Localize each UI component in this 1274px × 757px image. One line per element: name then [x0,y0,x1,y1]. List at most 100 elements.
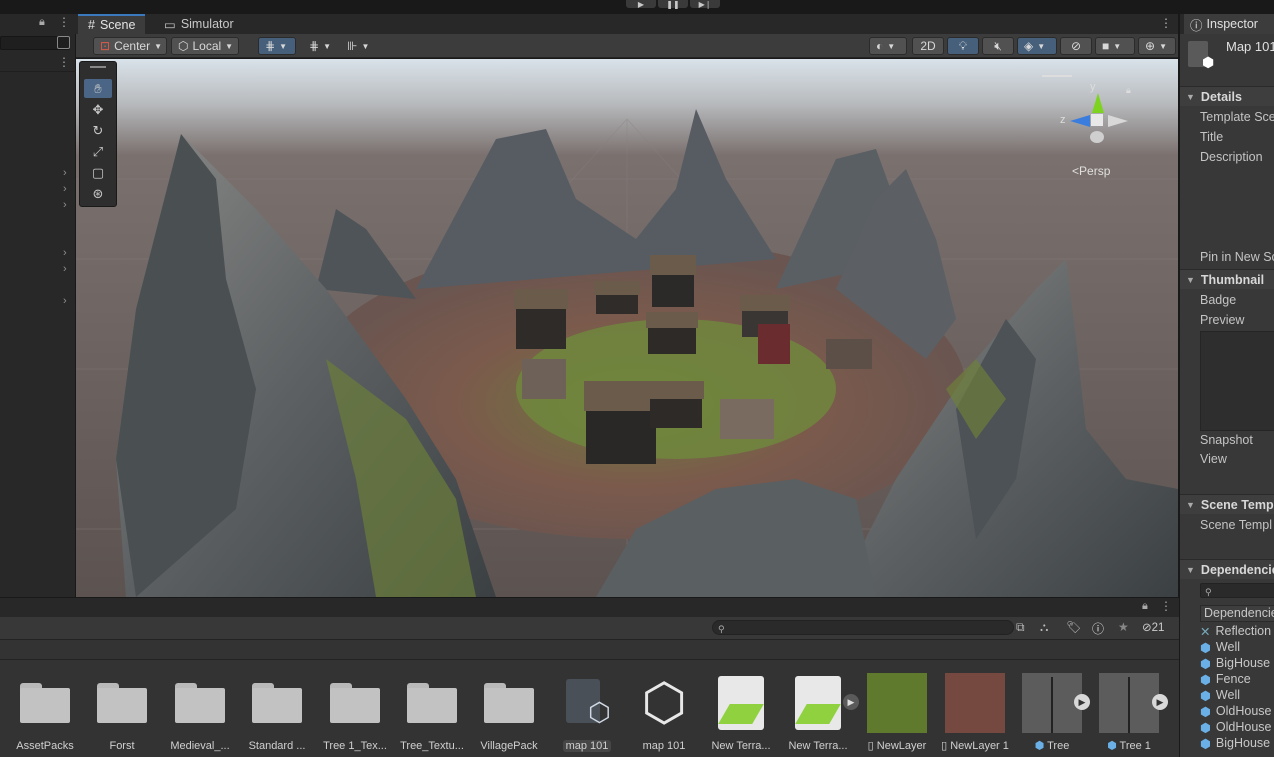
asset-item[interactable]: Forst [87,672,157,752]
expand-arrow-icon[interactable]: › [63,183,67,195]
scene-visibility-toggle[interactable]: ⊘ [1060,37,1092,55]
move-tool-button[interactable]: ✥ [84,100,112,119]
asset-item[interactable]: Medieval_... [165,672,235,752]
folder-icon [97,683,147,723]
audio-mute-icon: 🔇︎ [994,38,1002,53]
hidden-packages-toggle[interactable]: ⊘21 [1142,620,1164,634]
pivot-dropdown[interactable]: ⊡ Center ▼ [93,37,167,55]
asset-item[interactable]: ⬡ map 101 [552,672,622,752]
ruler-icon: ⊪ [347,39,358,53]
scene-viewport[interactable]: 🔒︎ y z <Persp [76,59,1178,597]
rect-tool-button[interactable]: ▢ [84,163,112,182]
expand-subassets-button[interactable]: ▶ [1074,694,1090,710]
tab-inspector[interactable]: ⓘ Inspector [1184,14,1274,34]
asset-item[interactable]: New Terra... [706,672,776,752]
preview-label: Preview [1200,313,1245,327]
hand-tool-button[interactable]: ✋︎ [84,79,112,98]
asset-item[interactable]: AssetPacks [10,672,80,752]
asset-item[interactable]: Tree_Textu... [397,672,467,752]
asset-item[interactable]: ▯ NewLayer 1 [940,672,1010,752]
warning-icon[interactable]: ⓘ [1092,620,1104,637]
dependency-item[interactable]: ⬢ Well [1200,639,1274,655]
lock-icon[interactable]: 🔒︎ [1142,600,1148,613]
dependency-item[interactable]: ⬢ BigHouse [1200,655,1274,671]
grid-snap-button[interactable]: ⋕ ▼ [258,37,296,55]
gizmos-dropdown[interactable]: ⊕ ▼ [1138,37,1176,55]
asset-item[interactable]: ⬢ Tree [1017,672,1087,752]
shading-mode-dropdown[interactable]: ◐ ▼ [869,37,907,55]
chevron-down-icon: ▼ [279,41,287,51]
title-label: Title [1200,130,1224,144]
lock-icon[interactable]: 🔒︎ [39,16,45,29]
projection-label: Persp [1079,164,1111,178]
asset-item[interactable]: Standard ... [242,672,312,752]
expand-arrow-icon[interactable]: › [63,295,67,307]
gizmo-drag-handle[interactable] [1042,75,1072,77]
more-menu-icon[interactable]: ⋮ [58,15,70,29]
top-play-bar: ▶ ❚❚ ▶❘ [0,0,1274,14]
more-menu-icon[interactable]: ⋮ [1160,599,1172,613]
rotate-tool-button[interactable]: ↻ [84,121,112,140]
expand-subassets-button[interactable]: ▶ [1152,694,1168,710]
expand-arrow-icon[interactable]: › [63,263,67,275]
transform-tool-button[interactable]: ⊛ [84,184,112,203]
dependency-item[interactable]: ⬢ BigHouse [1200,735,1274,751]
asset-item[interactable]: New Terra... [783,672,853,752]
section-title: Thumbnail [1200,272,1265,287]
thumbnail-section-header[interactable]: ▼ Thumbnail [1180,269,1274,289]
scene-template-section-header[interactable]: ▼ Scene Temp [1180,494,1274,514]
axis-neg-x-cone[interactable] [1108,115,1128,127]
expand-subassets-button[interactable]: ▶ [843,694,859,710]
tab-simulator[interactable]: ▭ Simulator [154,14,244,34]
camera-dropdown[interactable]: ■ ▼ [1095,37,1135,55]
lighting-toggle[interactable]: 💡︎ [947,37,979,55]
dependencies-section-header[interactable]: ▼ Dependencie [1180,559,1274,579]
label-tag-icon[interactable]: 🏷︎ [1066,620,1081,634]
toggle-2d-button[interactable]: 2D [912,37,944,55]
scene-more-menu-icon[interactable]: ⋮ [1160,16,1172,30]
effects-dropdown[interactable]: ◈ ▼ [1017,37,1057,55]
play-button[interactable]: ▶ [626,0,656,9]
asset-item[interactable]: ⬡ map 101 [629,672,699,752]
asset-item[interactable]: Tree 1_Tex... [320,672,390,752]
expand-arrow-icon[interactable]: › [63,199,67,211]
asset-item[interactable]: ⬢ Tree 1 [1094,672,1164,752]
project-search-input[interactable]: ⚲ [712,620,1014,635]
expand-arrow-icon[interactable]: › [63,167,67,179]
palette-drag-handle[interactable] [90,66,106,68]
dependency-item[interactable]: ⬢ OldHouse [1200,719,1274,735]
filter-by-type-icon[interactable]: ⛬ [1040,620,1048,635]
layers-icon: ◈ [1024,39,1034,53]
dependency-column-header[interactable]: Dependencie [1200,605,1274,622]
ruler-button[interactable]: ⊪ ▼ [340,37,376,55]
audio-toggle[interactable]: 🔇︎ [982,37,1014,55]
step-button[interactable]: ▶❘ [690,0,720,9]
dependency-item[interactable]: ⬢ OldHouse [1200,703,1274,719]
dependency-item[interactable]: ⬢ Fence [1200,671,1274,687]
asset-item[interactable]: VillagePack [474,672,544,752]
gizmo-center-cube[interactable] [1091,114,1103,126]
dependency-item[interactable]: ✕ Reflection [1200,623,1274,639]
projection-toggle[interactable]: <Persp [1072,164,1110,178]
asset-item[interactable]: ▯ NewLayer [862,672,932,752]
search-by-type-icon[interactable]: ⧉ [1016,620,1025,635]
orientation-gizmo[interactable]: y z [1056,81,1136,151]
axis-z-cone[interactable] [1070,115,1090,127]
scale-tool-button[interactable]: ⤢ [84,142,112,161]
favorite-star-icon[interactable]: ★ [1118,620,1129,634]
unity-scene-icon: ⬡ [641,674,687,732]
pause-button[interactable]: ❚❚ [658,0,688,9]
dependency-search-input[interactable]: ⚲ [1200,583,1274,598]
details-section-header[interactable]: ▼ Details [1180,86,1274,106]
expand-arrow-icon[interactable]: › [63,247,67,259]
search-mode-icon[interactable] [57,36,70,49]
scene-menu-icon[interactable]: ⋮ [58,55,70,69]
axis-neg-y-cone[interactable] [1090,131,1104,143]
view-label: View [1200,452,1227,466]
axis-y-cone[interactable] [1092,93,1104,113]
increment-snap-button[interactable]: ⋕ ▼ [302,37,340,55]
dependency-item[interactable]: ⬢ Well [1200,687,1274,703]
tab-scene[interactable]: # Scene [78,14,146,34]
prefab-icon: ⬢ [1200,688,1211,703]
space-dropdown[interactable]: ⬡ Local ▼ [171,37,239,55]
